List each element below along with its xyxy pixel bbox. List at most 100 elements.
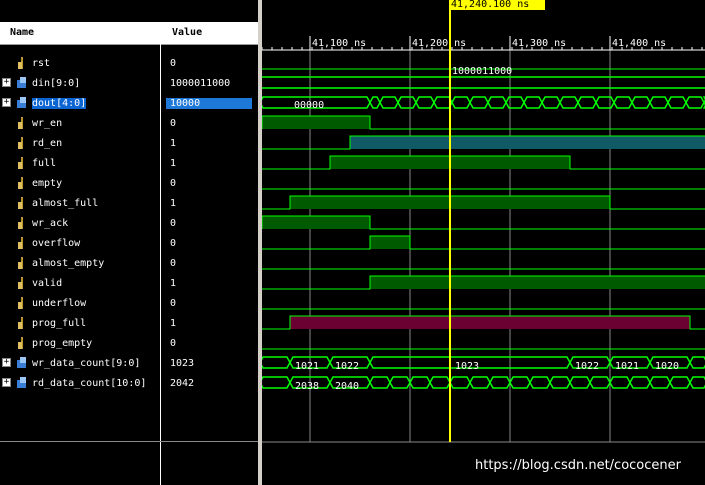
bus-segment — [629, 376, 651, 389]
bus-segment — [649, 96, 669, 109]
signal-row[interactable]: underflow 0 — [0, 293, 258, 313]
signal-row[interactable]: prog_empty 0 — [0, 333, 258, 353]
expand-icon[interactable]: + — [2, 378, 11, 387]
signal-name[interactable]: almost_full — [32, 198, 98, 209]
signal-value: 1 — [170, 158, 177, 169]
bus-segment — [469, 96, 489, 109]
waveform-canvas[interactable]: 41,100 ns 41,200 ns 41,300 ns 41,400 ns 1000… — [262, 0, 705, 485]
signal-name[interactable]: prog_empty — [32, 338, 92, 349]
bus-segment — [549, 376, 571, 389]
bus-segment — [369, 376, 391, 389]
signal-icon — [18, 117, 23, 129]
signal-value: 0 — [170, 298, 177, 309]
bus-signal-icon — [17, 77, 26, 88]
bus-segment — [262, 376, 291, 389]
signal-row[interactable]: almost_full 1 — [0, 193, 258, 213]
signal-row[interactable]: + din[9:0] 1000011000 — [0, 73, 258, 93]
expand-icon[interactable]: + — [2, 98, 11, 107]
signal-name[interactable]: din[9:0] — [32, 78, 80, 89]
bus-segment — [489, 376, 511, 389]
signal-value: 1 — [170, 318, 177, 329]
bus-segment — [569, 376, 591, 389]
bus-segment — [469, 376, 491, 389]
signal-value: 1 — [170, 198, 177, 209]
signal-name[interactable]: almost_empty — [32, 258, 104, 269]
bus-segment — [509, 376, 531, 389]
signal-high-region — [290, 316, 690, 329]
signal-high-region — [262, 116, 370, 129]
bus-segment — [523, 96, 543, 109]
signal-value: 1 — [170, 138, 177, 149]
signal-value: 10000 — [166, 98, 252, 109]
dout-wave-value: 00000 — [294, 100, 324, 111]
signal-row[interactable]: wr_en 0 — [0, 113, 258, 133]
signal-icon — [18, 337, 23, 349]
bus-segment — [577, 96, 597, 109]
wr-data-count-label: 1021 — [615, 361, 639, 372]
bus-segment — [689, 376, 705, 389]
signal-name[interactable]: wr_en — [32, 118, 62, 129]
signal-name[interactable]: wr_data_count[9:0] — [32, 358, 140, 369]
name-column-header[interactable]: Name — [10, 27, 34, 38]
signal-row[interactable]: + dout[4:0] 10000 — [0, 93, 258, 113]
timeline-tick-label: 41,400 ns — [612, 38, 666, 49]
wr-data-count-label: 1022 — [575, 361, 599, 372]
signal-value: 1023 — [170, 358, 195, 369]
signal-row[interactable]: rd_en 1 — [0, 133, 258, 153]
signal-name[interactable]: rd_data_count[10:0] — [32, 378, 146, 389]
signal-icon — [18, 177, 23, 189]
signal-name[interactable]: valid — [32, 278, 62, 289]
signal-row[interactable]: + rd_data_count[10:0] 2042 — [0, 373, 258, 393]
bus-segment — [409, 376, 431, 389]
signal-row[interactable]: full 1 — [0, 153, 258, 173]
signal-icon — [18, 217, 23, 229]
signal-value: 0 — [170, 338, 177, 349]
signal-icon — [18, 57, 23, 69]
bus-segment — [369, 96, 381, 109]
signal-name[interactable]: prog_full — [32, 318, 86, 329]
bus-segment — [415, 96, 435, 109]
signal-row[interactable]: overflow 0 — [0, 233, 258, 253]
signal-row[interactable]: + wr_data_count[9:0] 1023 — [0, 353, 258, 373]
signal-name[interactable]: rst — [32, 58, 50, 69]
value-column-header[interactable]: Value — [172, 27, 202, 38]
signal-name[interactable]: dout[4:0] — [32, 98, 87, 109]
signal-value: 1 — [170, 278, 177, 289]
bus-segment — [689, 356, 705, 369]
signal-name[interactable]: overflow — [32, 238, 80, 249]
signal-row[interactable]: rst 0 — [0, 53, 258, 73]
signal-name[interactable]: full — [32, 158, 56, 169]
signal-name[interactable]: wr_ack — [32, 218, 68, 229]
bus-segment — [451, 96, 471, 109]
expand-icon[interactable]: + — [2, 358, 11, 367]
bus-segment — [529, 376, 551, 389]
signal-row[interactable]: almost_empty 0 — [0, 253, 258, 273]
signal-name[interactable]: underflow — [32, 298, 86, 309]
expand-icon[interactable]: + — [2, 78, 11, 87]
signal-value: 0 — [170, 238, 177, 249]
bus-segment — [595, 96, 615, 109]
wr-data-count-label: 1023 — [455, 361, 479, 372]
signal-icon — [18, 297, 23, 309]
signal-row[interactable]: prog_full 1 — [0, 313, 258, 333]
signal-high-region — [262, 216, 370, 229]
signal-icon — [18, 157, 23, 169]
signal-row[interactable]: valid 1 — [0, 273, 258, 293]
signal-row[interactable]: empty 0 — [0, 173, 258, 193]
bus-segment — [631, 96, 651, 109]
bus-segment — [397, 96, 417, 109]
wr-data-count-label: 1020 — [655, 361, 679, 372]
signal-row[interactable]: wr_ack 0 — [0, 213, 258, 233]
signal-name[interactable]: rd_en — [32, 138, 62, 149]
signal-name[interactable]: empty — [32, 178, 62, 189]
wr-data-count-label: 1021 — [295, 361, 319, 372]
signal-value: 0 — [170, 118, 177, 129]
bus-segment — [487, 96, 507, 109]
signal-high-region — [370, 276, 705, 289]
bus-signal-icon — [17, 357, 26, 368]
signal-value: 0 — [170, 58, 177, 69]
bus-segment — [669, 376, 691, 389]
wr-data-count-label: 1022 — [335, 361, 359, 372]
signal-high-region — [350, 136, 705, 149]
timeline-tick-label: 41,300 ns — [512, 38, 566, 49]
